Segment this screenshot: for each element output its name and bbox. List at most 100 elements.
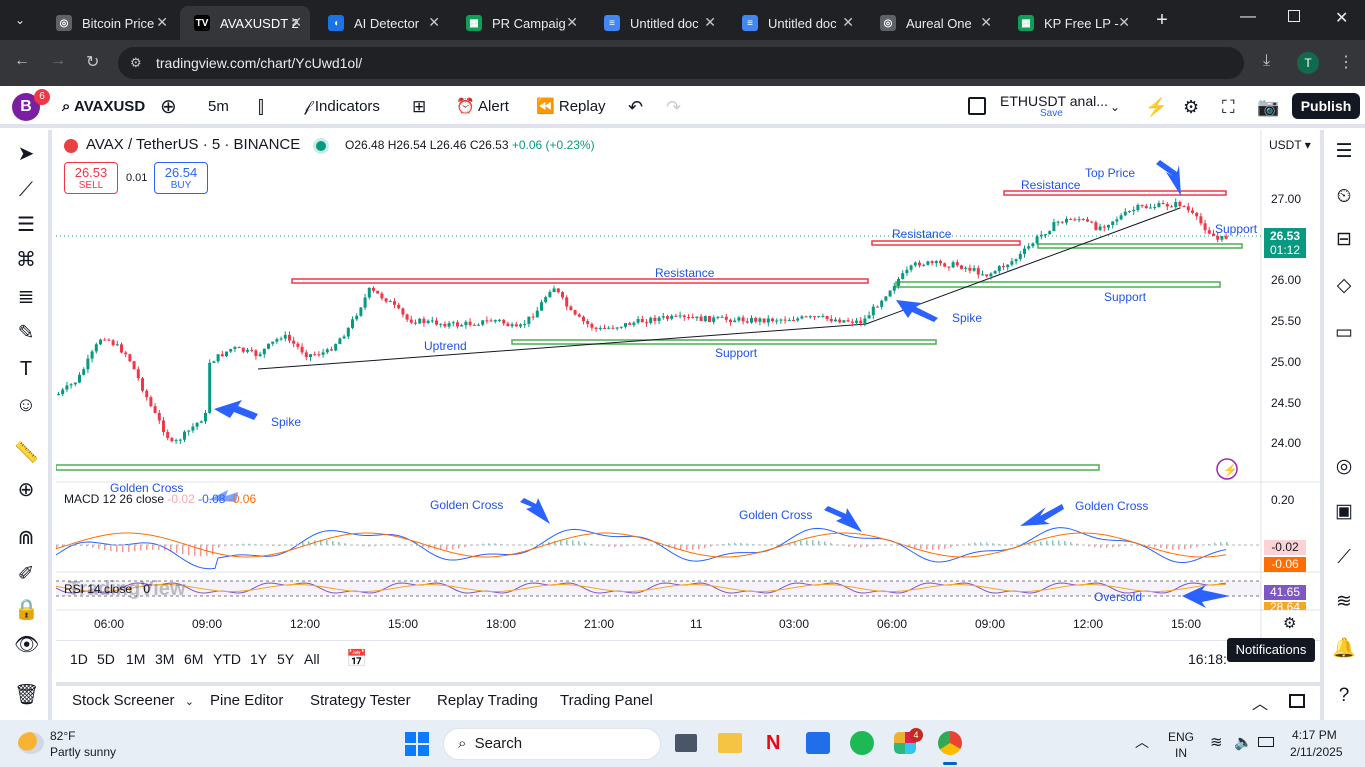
layout-name[interactable]: ETHUSDT anal...	[1000, 93, 1108, 109]
range-button-ytd[interactable]: YTD	[213, 651, 241, 667]
spike-label-1[interactable]: Spike	[271, 415, 301, 429]
site-info-icon[interactable]: ⚙	[130, 47, 142, 79]
replay-button[interactable]: ⏪ Replay	[536, 96, 606, 118]
browser-tab-pr-campaign[interactable]: ▦ PR Campaig ✕	[452, 6, 586, 40]
undo-icon[interactable]: ↶	[628, 96, 643, 118]
horizontal-lines-icon[interactable]: ☰	[14, 213, 38, 237]
browser-tab-untitled-doc-1[interactable]: ≡ Untitled doc ✕	[590, 6, 724, 40]
layers-icon[interactable]: ◇	[1331, 273, 1357, 299]
language-indicator[interactable]: ENG IN	[1168, 729, 1194, 761]
range-button-1y[interactable]: 1Y	[250, 651, 267, 667]
support-zone-3[interactable]	[1037, 243, 1243, 249]
trash-icon[interactable]: 🗑	[14, 683, 39, 707]
resistance-zone-2[interactable]	[871, 240, 1021, 246]
golden-cross-label-3[interactable]: Golden Cross	[739, 508, 812, 522]
indicators-button[interactable]: 𝒻 Indicators	[304, 96, 380, 118]
help-icon[interactable]: ?	[1331, 683, 1357, 709]
chrome-menu-icon[interactable]: ⋮	[1338, 52, 1354, 72]
close-tab-icon[interactable]: ✕	[1118, 14, 1130, 31]
eye-icon[interactable]: 👁	[14, 633, 39, 657]
publish-button[interactable]: Publish	[1292, 93, 1360, 119]
close-tab-icon[interactable]: ✕	[156, 14, 168, 31]
magnet-icon[interactable]: ⋒	[14, 526, 38, 550]
pitchfork-icon[interactable]: ⟋	[1331, 545, 1357, 571]
utc-clock[interactable]: 16:18:	[1188, 651, 1227, 667]
zoom-in-icon[interactable]: ⊕	[14, 478, 38, 502]
layout-chevron-down-icon[interactable]: ⌄	[1110, 96, 1120, 118]
alerts-clock-icon[interactable]: ⏲	[1331, 184, 1357, 210]
reload-icon[interactable]: ↻	[86, 52, 99, 72]
spike-label-2[interactable]: Spike	[952, 311, 982, 325]
browser-tab-aureal-one[interactable]: ◎ Aureal One ✕	[866, 6, 1000, 40]
currency-selector[interactable]: USDT ▾	[1269, 138, 1311, 152]
browser-tab-avax[interactable]: TV AVAXUSDT 2 ✕	[180, 6, 310, 40]
close-tab-icon[interactable]: ✕	[704, 14, 716, 31]
notifications-bell-icon[interactable]: 🔔	[1331, 636, 1357, 662]
download-icon[interactable]: ⤓	[1263, 52, 1270, 70]
pattern-icon[interactable]: ⌘	[14, 248, 38, 272]
range-button-3m[interactable]: 3M	[155, 651, 174, 667]
wifi-icon[interactable]: ≋	[1210, 733, 1223, 751]
show-hidden-icons-chevron-up-icon[interactable]: ︿	[1135, 732, 1149, 752]
go-to-date-icon[interactable]: 📅	[346, 649, 367, 669]
quick-search-icon[interactable]: ⚡	[1145, 96, 1167, 118]
tab-pine-editor[interactable]: Pine Editor	[210, 692, 283, 709]
settings-gear-icon[interactable]: ⚙	[1183, 96, 1199, 118]
camera-snapshot-icon[interactable]: 📷	[1257, 96, 1279, 118]
tab-search-button[interactable]: ⌄	[8, 8, 32, 32]
close-tab-icon[interactable]: ✕	[842, 14, 854, 31]
range-button-5d[interactable]: 5D	[97, 651, 115, 667]
target-icon[interactable]: ◎	[1331, 454, 1357, 480]
weather-desc[interactable]: Partly sunny	[50, 745, 116, 759]
resistance-label-3[interactable]: Resistance	[1021, 178, 1080, 192]
price-chart-svg[interactable]: ⚡	[56, 130, 1320, 640]
new-tab-button[interactable]: +	[1150, 8, 1174, 32]
close-window-icon[interactable]: ✕	[1335, 8, 1348, 28]
golden-cross-arrow-2-icon[interactable]	[824, 506, 862, 532]
golden-cross-label-2[interactable]: Golden Cross	[430, 498, 503, 512]
resistance-zone-1[interactable]	[291, 278, 869, 284]
weather-sun-cloud-icon[interactable]	[18, 732, 44, 754]
uptrend-label[interactable]: Uptrend	[424, 339, 467, 353]
url-input[interactable]: ⚙ tradingview.com/chart/YcUwd1ol/	[118, 47, 1244, 79]
chat-icon[interactable]: ▭	[1331, 320, 1357, 346]
layout-checkbox-icon[interactable]	[968, 97, 986, 115]
clock-date[interactable]: 2/11/2025	[1290, 745, 1343, 759]
tab-strategy-tester[interactable]: Strategy Tester	[310, 692, 411, 709]
browser-tab-kp-free-lp[interactable]: ▦ KP Free LP - ✕	[1004, 6, 1138, 40]
trend-line-icon[interactable]: ⟋	[14, 178, 38, 202]
windows-start-icon[interactable]	[405, 732, 429, 756]
range-button-6m[interactable]: 6M	[184, 651, 203, 667]
restore-window-icon[interactable]	[1288, 10, 1300, 22]
taskbar-search-box[interactable]: ⌕ Search	[443, 728, 661, 760]
range-button-all[interactable]: All	[304, 651, 320, 667]
fib-retracement-icon[interactable]: ≣	[14, 285, 38, 309]
support-zone-1[interactable]	[511, 339, 937, 345]
tab-stock-screener[interactable]: Stock Screener ⌄	[72, 692, 194, 709]
clock-time[interactable]: 4:17 PM	[1292, 728, 1337, 742]
chart-settings-gear-icon[interactable]: ⚙	[1283, 614, 1296, 632]
compare-symbol-icon[interactable]: ⊕	[160, 96, 177, 118]
task-view-icon[interactable]	[675, 734, 697, 752]
range-button-5y[interactable]: 5Y	[277, 651, 294, 667]
netflix-icon[interactable]: N	[766, 732, 780, 755]
forward-icon[interactable]: →	[50, 52, 66, 70]
browser-tab-untitled-doc-2[interactable]: ≡ Untitled doc ✕	[728, 6, 862, 40]
templates-icon[interactable]: ⊞	[412, 96, 426, 118]
lock-drawing-icon[interactable]: ✐	[14, 562, 38, 586]
oversold-label[interactable]: Oversold	[1094, 590, 1142, 604]
collapse-panel-chevron-up-icon[interactable]: ︿	[1252, 690, 1268, 714]
watchlist-icon[interactable]: ☰	[1331, 139, 1357, 165]
close-tab-icon[interactable]: ✕	[566, 14, 578, 31]
close-tab-icon[interactable]: ✕	[980, 14, 992, 31]
ruler-icon[interactable]: 📏	[14, 441, 39, 465]
buy-button[interactable]: 26.54 BUY	[154, 162, 208, 194]
alert-button[interactable]: ⏰ Alert	[456, 96, 509, 118]
chrome-icon[interactable]	[938, 731, 962, 755]
range-button-1d[interactable]: 1D	[70, 651, 88, 667]
candles-chart-type-icon[interactable]: ⫿	[258, 96, 264, 118]
support-zone-bottom[interactable]	[56, 464, 1100, 471]
calendar-icon[interactable]: ▣	[1331, 499, 1357, 525]
chart-area[interactable]: ⚡ AVAX / TetherUS · 5 · BINANCE O26.48 H…	[56, 130, 1320, 640]
support-label-2[interactable]: Support	[1104, 290, 1146, 304]
